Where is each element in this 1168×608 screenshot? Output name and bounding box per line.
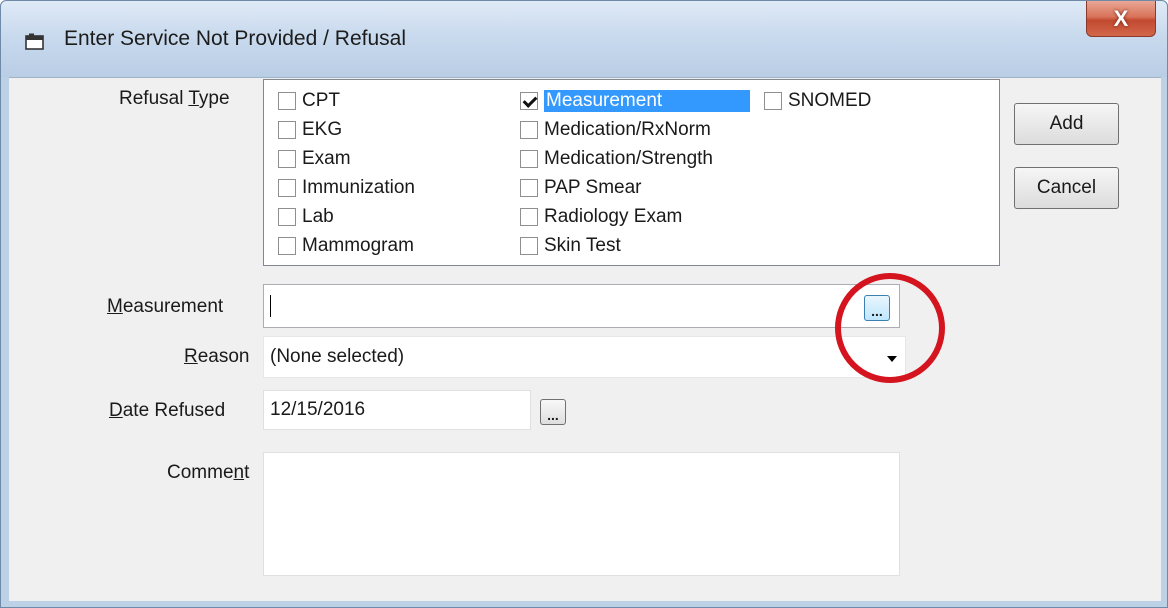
dialog-window: Enter Service Not Provided / Refusal X R… [0, 0, 1168, 608]
option-cpt[interactable]: CPT [278, 87, 340, 115]
dialog-body: Refusal Type CPT EKG Exam Immunization L… [9, 77, 1161, 601]
measurement-input[interactable] [263, 284, 900, 328]
checkbox[interactable] [764, 92, 782, 110]
option-skin-test[interactable]: Skin Test [520, 232, 621, 260]
date-refused-input[interactable]: 12/15/2016 [263, 390, 531, 430]
text-cursor [270, 295, 271, 317]
cancel-button[interactable]: Cancel [1014, 167, 1119, 209]
checkbox[interactable] [520, 208, 538, 226]
highlight-circle [835, 273, 945, 383]
window-icon [25, 33, 44, 50]
checkbox[interactable] [520, 150, 538, 168]
window-title: Enter Service Not Provided / Refusal [64, 27, 406, 50]
checkbox[interactable] [278, 237, 296, 255]
title-bar[interactable]: Enter Service Not Provided / Refusal X [1, 1, 1167, 77]
checkbox[interactable] [520, 179, 538, 197]
comment-textarea[interactable] [263, 452, 900, 576]
checkbox[interactable] [278, 121, 296, 139]
reason-selected-value: (None selected) [270, 346, 405, 367]
option-pap-smear[interactable]: PAP Smear [520, 174, 642, 202]
option-medication-rxnorm[interactable]: Medication/RxNorm [520, 116, 711, 144]
checkbox[interactable] [520, 121, 538, 139]
option-ekg[interactable]: EKG [278, 116, 342, 144]
add-button[interactable]: Add [1014, 103, 1119, 145]
close-icon: X [1113, 5, 1129, 31]
refusal-type-list[interactable]: CPT EKG Exam Immunization Lab Mammogram … [263, 79, 1000, 266]
option-lab[interactable]: Lab [278, 203, 334, 231]
option-measurement[interactable]: Measurement [520, 87, 750, 115]
measurement-label: Measurement [107, 296, 224, 317]
reason-label: Reason [184, 346, 250, 367]
option-medication-strength[interactable]: Medication/Strength [520, 145, 713, 173]
checkbox-checked[interactable] [520, 92, 538, 110]
checkbox[interactable] [278, 208, 296, 226]
checkbox[interactable] [278, 150, 296, 168]
comment-label: Comment [167, 462, 250, 483]
checkbox[interactable] [278, 92, 296, 110]
option-exam[interactable]: Exam [278, 145, 351, 173]
option-snomed[interactable]: SNOMED [764, 87, 871, 115]
refusal-type-label: Refusal Type [119, 88, 230, 109]
checkbox[interactable] [520, 237, 538, 255]
checkbox[interactable] [278, 179, 296, 197]
option-immunization[interactable]: Immunization [278, 174, 415, 202]
date-picker-button[interactable]: ... [540, 399, 566, 425]
option-radiology-exam[interactable]: Radiology Exam [520, 203, 682, 231]
reason-dropdown[interactable]: (None selected) [263, 336, 906, 378]
date-refused-label: Date Refused [109, 400, 226, 421]
close-button[interactable]: X [1086, 1, 1156, 37]
option-mammogram[interactable]: Mammogram [278, 232, 414, 260]
date-value: 12/15/2016 [270, 399, 366, 420]
